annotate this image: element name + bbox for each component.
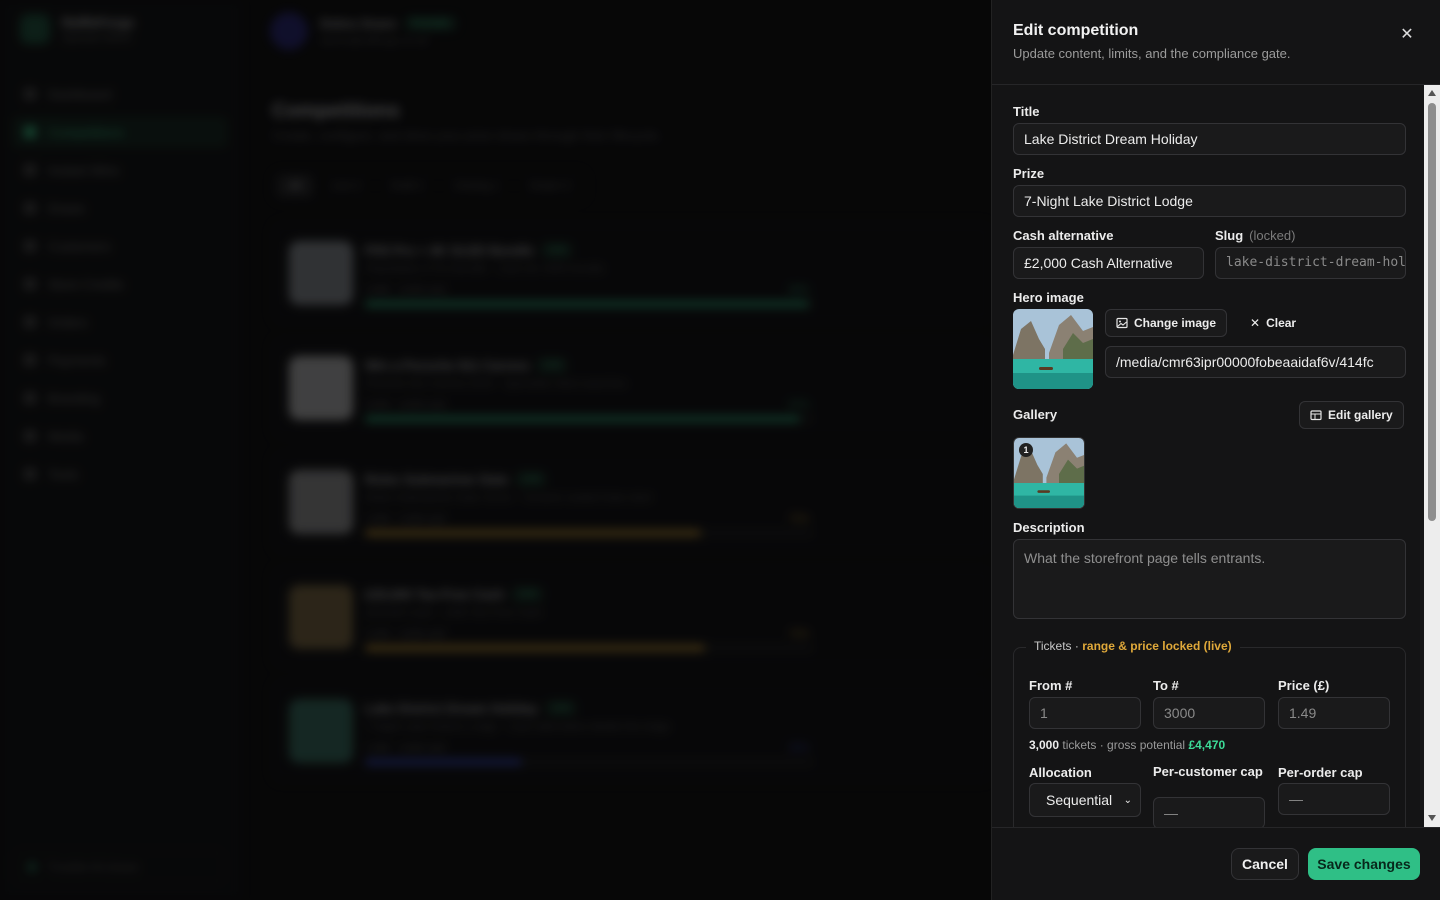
save-changes-button[interactable]: Save changes — [1308, 848, 1420, 880]
gallery-icon — [1310, 410, 1322, 421]
drawer-body: Title Lake District Dream Holiday Prize … — [992, 85, 1424, 827]
description-textarea[interactable]: What the storefront page tells entrants. — [1013, 539, 1406, 619]
tickets-legend-text: Tickets · — [1034, 639, 1079, 653]
description-label: Description — [1013, 520, 1085, 535]
gallery-label: Gallery — [1013, 407, 1058, 422]
price-input: 1.49 — [1278, 697, 1390, 729]
slug-locked-note: (locked) — [1249, 228, 1296, 243]
cash-alternative-input[interactable]: £2,000 Cash Alternative — [1013, 247, 1204, 279]
from-label: From # — [1029, 678, 1073, 693]
prize-input[interactable]: 7-Night Lake District Lodge — [1013, 185, 1406, 217]
edit-gallery-label: Edit gallery — [1328, 408, 1393, 422]
price-label: Price (£) — [1278, 678, 1330, 693]
scrollbar-thumb[interactable] — [1428, 103, 1436, 521]
clear-image-button[interactable]: ✕ Clear — [1250, 309, 1296, 337]
from-input: 1 — [1029, 697, 1141, 729]
hero-image-path-input[interactable]: /media/cmr63ipr00000fobeaaidaf6v/414fc — [1105, 346, 1406, 378]
ticket-count: 3,000 — [1029, 738, 1060, 752]
divider — [992, 827, 1440, 828]
title-label: Title — [1013, 104, 1040, 119]
title-input[interactable]: Lake District Dream Holiday — [1013, 123, 1406, 155]
gallery-order-badge: 1 — [1019, 443, 1033, 457]
allocation-label: Allocation — [1029, 765, 1092, 780]
prize-label: Prize — [1013, 166, 1045, 181]
ticket-count-suffix: tickets · gross potential — [1062, 738, 1186, 752]
to-input: 3000 — [1153, 697, 1265, 729]
per-customer-cap-label: Per-customer cap — [1153, 764, 1263, 779]
scroll-up-arrow-icon[interactable] — [1428, 90, 1436, 96]
per-order-cap-input[interactable]: — — [1278, 783, 1390, 815]
hero-image-label: Hero image — [1013, 290, 1084, 305]
allocation-value: Sequential — [1046, 792, 1113, 808]
slug-label-text: Slug — [1215, 228, 1244, 243]
allocation-select[interactable]: Sequential ⌄ — [1029, 783, 1141, 817]
per-customer-cap-input[interactable]: — — [1153, 797, 1265, 827]
drawer-scrollbar[interactable] — [1424, 85, 1440, 827]
per-order-cap-label: Per-order cap — [1278, 765, 1363, 780]
edit-competition-drawer: Edit competition Update content, limits,… — [991, 0, 1440, 900]
x-icon: ✕ — [1250, 316, 1261, 330]
chevron-down-icon: ⌄ — [1123, 794, 1132, 806]
slug-label: Slug (locked) — [1215, 228, 1295, 243]
slug-input: lake-district-dream-holiday — [1215, 247, 1406, 279]
to-label: To # — [1153, 678, 1179, 693]
cancel-button[interactable]: Cancel — [1231, 848, 1299, 880]
image-icon — [1116, 317, 1128, 329]
gallery-item[interactable]: 1 — [1013, 437, 1085, 509]
clear-label: Clear — [1266, 316, 1297, 330]
hero-image-preview — [1013, 309, 1093, 389]
change-image-label: Change image — [1134, 316, 1217, 330]
cash-alternative-label: Cash alternative — [1013, 228, 1114, 243]
tickets-locked-note: range & price locked (live) — [1082, 639, 1232, 653]
change-image-button[interactable]: Change image — [1105, 309, 1228, 337]
close-icon[interactable]: ✕ — [1396, 24, 1418, 46]
tickets-fieldset: Tickets · range & price locked (live) Fr… — [1013, 639, 1406, 827]
gross-potential-value: £4,470 — [1188, 738, 1226, 752]
lake-photo — [1013, 309, 1093, 389]
edit-gallery-button[interactable]: Edit gallery — [1299, 401, 1404, 429]
drawer-title: Edit competition — [1013, 22, 1139, 39]
drawer-subtitle: Update content, limits, and the complian… — [1013, 46, 1291, 61]
tickets-legend: Tickets · range & price locked (live) — [1026, 639, 1240, 653]
gross-potential-summary: 3,000 tickets · gross potential £4,470 — [1029, 738, 1225, 752]
scroll-down-arrow-icon[interactable] — [1428, 815, 1436, 821]
